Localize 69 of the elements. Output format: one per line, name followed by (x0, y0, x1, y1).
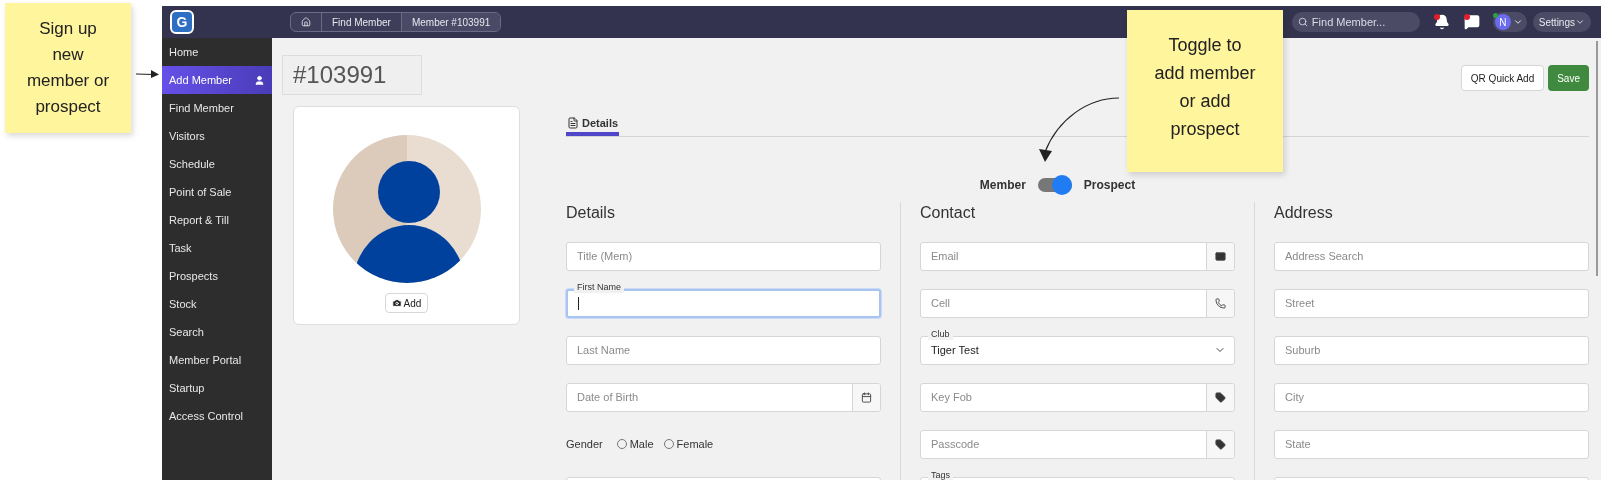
document-icon (567, 117, 579, 130)
sidebar-item[interactable]: Prospects (162, 262, 272, 290)
input-field[interactable]: Email (920, 241, 1235, 271)
camera-icon (391, 298, 402, 308)
scrollbar[interactable] (1596, 41, 1598, 276)
sidebar-item[interactable]: Access Control (162, 402, 272, 430)
input-field[interactable]: Key Fob (920, 382, 1235, 412)
avatar-icon (332, 135, 481, 283)
sidebar-item[interactable]: Report & Till (162, 206, 272, 234)
arrow (136, 69, 160, 79)
bell-icon[interactable] (1433, 14, 1450, 30)
input-field[interactable]: Title (Mem) (566, 241, 881, 271)
search-field[interactable]: Find Member... (1291, 12, 1420, 32)
member-label: Member (979, 176, 1026, 194)
sticky-note: Sign up new member or prospect (5, 3, 131, 133)
sidebar-item[interactable]: Point of Sale (162, 178, 272, 206)
sidebar-item[interactable]: Search (162, 318, 272, 346)
prospect-label: Prospect (1083, 176, 1136, 194)
input-field[interactable]: State (1274, 429, 1589, 459)
section-heading: Address (1274, 202, 1334, 223)
sidebar-item[interactable]: Schedule (162, 150, 272, 178)
input-field[interactable]: Last Name (566, 335, 881, 365)
sidebar-item[interactable]: Add Member (162, 66, 272, 94)
type-toggle[interactable] (1037, 174, 1072, 195)
sidebar-item[interactable]: Stock (162, 290, 272, 318)
input-field[interactable]: Address Search (1274, 241, 1589, 271)
sidebar-item[interactable]: Member Portal (162, 346, 272, 374)
field-label: First Name (574, 281, 624, 293)
logo: G (170, 10, 194, 34)
input-field[interactable] (566, 288, 881, 318)
input-field[interactable]: City (1274, 382, 1589, 412)
calendar-icon (861, 391, 872, 403)
phone-icon (1215, 297, 1226, 309)
radio-option[interactable]: Male (616, 435, 654, 453)
radio-option[interactable]: Female (663, 435, 714, 453)
breadcrumb-link[interactable]: Find Member (322, 13, 402, 31)
search-icon (1297, 17, 1308, 27)
save-button[interactable]: Save (1548, 65, 1589, 91)
section-heading: Details (566, 202, 616, 223)
gender-label: Gender (566, 436, 603, 452)
chat-icon[interactable] (1463, 14, 1481, 30)
home-icon[interactable] (301, 17, 311, 27)
settings-button[interactable]: Settings (1532, 12, 1591, 32)
sidebar-item[interactable]: Task (162, 234, 272, 262)
member-id: #103991 (282, 55, 422, 95)
input-field[interactable]: Passcode (920, 429, 1235, 459)
field-label: Club (928, 328, 953, 340)
avatar: N (1494, 14, 1511, 30)
sidebar-item[interactable]: Visitors (162, 122, 272, 150)
input-field[interactable]: Street (1274, 288, 1589, 318)
sidebar-item[interactable]: Find Member (162, 94, 272, 122)
sidebar-item[interactable]: Home (162, 38, 272, 66)
tag-icon (1215, 438, 1226, 450)
input-field[interactable]: Suburb (1274, 335, 1589, 365)
person-icon (254, 74, 265, 86)
sticky-note: Toggle to add member or add prospect (1127, 10, 1283, 172)
chevron-icon (1575, 17, 1585, 27)
breadcrumb-link[interactable]: Member #103991 (401, 13, 501, 31)
input-field[interactable]: Cell (920, 288, 1235, 318)
tab[interactable]: Details (566, 115, 620, 136)
field-label: Tags (928, 469, 953, 480)
chevron-icon (1512, 17, 1523, 27)
add-photo-button[interactable]: Add (384, 293, 429, 313)
input-field[interactable]: Date of Birth (566, 382, 881, 412)
user-menu[interactable]: N (1492, 12, 1527, 32)
section-heading: Contact (920, 202, 977, 223)
sidebar-item[interactable]: Startup (162, 374, 272, 402)
quick-add-button[interactable]: QR Quick Add (1460, 65, 1545, 91)
tag-icon (1215, 391, 1226, 403)
